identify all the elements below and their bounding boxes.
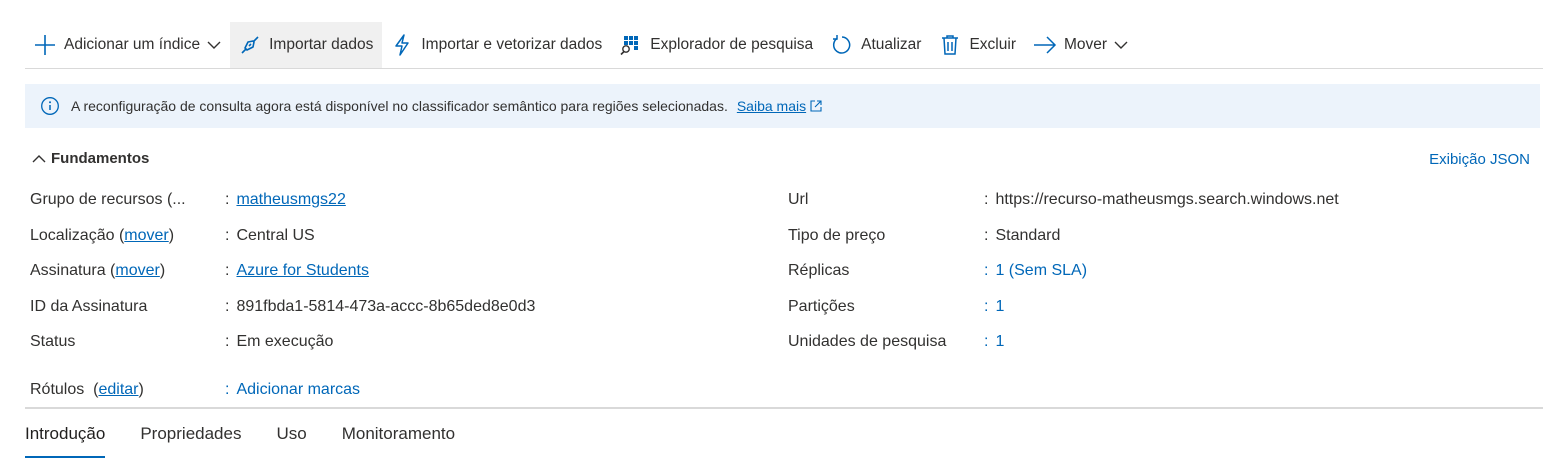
tags-label-text: Rótulos ( — [30, 381, 99, 398]
status-label: Status — [30, 333, 76, 350]
partitions-value-wrap: :1 — [984, 298, 1005, 315]
resource-group-label: Grupo de recursos (... — [30, 191, 186, 208]
location-label-suffix: ) — [168, 227, 175, 244]
lightning-icon — [390, 33, 414, 57]
info-banner-message: A reconfiguração de consulta agora está … — [71, 98, 728, 114]
chevron-down-icon — [1114, 40, 1128, 50]
chevron-down-icon — [207, 40, 221, 50]
plug-icon — [238, 33, 262, 57]
tags-label: Rótulos (editar) — [30, 381, 144, 399]
search-explorer-button[interactable]: Explorador de pesquisa — [611, 22, 822, 68]
tabs-divider — [25, 407, 1543, 409]
delete-button[interactable]: Excluir — [930, 22, 1025, 68]
tags-value-wrap: : Adicionar marcas — [225, 381, 361, 398]
subscription-value-wrap: : Azure for Students — [225, 262, 369, 279]
resource-group-value-wrap: : matheusmgs22 — [225, 191, 346, 208]
learn-more-link[interactable]: Saiba mais — [737, 98, 822, 114]
search-explorer-icon — [619, 33, 643, 57]
refresh-button[interactable]: Atualizar — [822, 22, 930, 68]
search-units-value-wrap: :1 — [984, 333, 1005, 350]
partitions-label: Partições — [788, 298, 855, 315]
add-index-label: Adicionar um índice — [64, 36, 201, 53]
tab-uso[interactable]: Uso — [276, 418, 306, 456]
tab-introducao[interactable]: Introdução — [25, 418, 106, 458]
search-units-label: Unidades de pesquisa — [788, 333, 947, 350]
json-view-link[interactable]: Exibição JSON — [1429, 151, 1530, 168]
subscription-link[interactable]: Azure for Students — [236, 262, 369, 279]
import-vectorize-label: Importar e vetorizar dados — [421, 36, 603, 53]
resource-group-link[interactable]: matheusmgs22 — [236, 191, 345, 208]
subscription-id-value-wrap: :891fbda1-5814-473a-accc-8b65ded8e0d3 — [225, 298, 536, 315]
import-data-button[interactable]: Importar dados — [230, 22, 383, 68]
move-label: Mover — [1063, 36, 1108, 53]
refresh-label: Atualizar — [861, 36, 922, 53]
chevron-up-icon — [31, 153, 47, 165]
status-value: Em execução — [236, 333, 334, 350]
subscription-label-text: Assinatura ( — [30, 262, 116, 279]
plus-icon — [33, 33, 57, 57]
replicas-link[interactable]: 1 (Sem SLA) — [995, 262, 1087, 279]
tags-label-suffix: ) — [138, 381, 144, 398]
delete-label: Excluir — [969, 36, 1016, 53]
external-link-icon — [810, 100, 822, 112]
subscription-move-link[interactable]: mover — [115, 262, 159, 279]
subscription-id-label: ID da Assinatura — [30, 298, 148, 315]
location-value: Central US — [236, 227, 315, 244]
subscription-label-suffix: ) — [159, 262, 166, 279]
pricing-tier-value: Standard — [995, 227, 1061, 244]
import-data-label: Importar dados — [269, 36, 374, 53]
replicas-label: Réplicas — [788, 262, 850, 279]
import-vectorize-button[interactable]: Importar e vetorizar dados — [382, 22, 611, 68]
tab-propriedades[interactable]: Propriedades — [140, 418, 241, 456]
add-tags-link[interactable]: Adicionar marcas — [236, 381, 360, 398]
subscription-label: Assinatura (mover) — [30, 262, 165, 280]
pricing-tier-value-wrap: : Standard — [984, 227, 1061, 244]
subscription-id-value: 891fbda1-5814-473a-accc-8b65ded8e0d3 — [236, 298, 536, 315]
info-icon — [40, 96, 60, 116]
trash-icon — [938, 33, 962, 57]
location-value-wrap: : Central US — [225, 227, 315, 244]
info-banner: A reconfiguração de consulta agora está … — [25, 84, 1540, 128]
location-move-link[interactable]: mover — [124, 227, 168, 244]
replicas-value-wrap: :1 (Sem SLA) — [984, 262, 1088, 279]
learn-more-label: Saiba mais — [736, 98, 807, 114]
tab-strip: Introdução Propriedades Uso Monitorament… — [25, 418, 490, 458]
add-index-button[interactable]: Adicionar um índice — [25, 22, 230, 68]
command-bar: Adicionar um índice Importar dados Impor… — [25, 22, 1543, 69]
arrow-right-icon — [1033, 33, 1057, 57]
refresh-icon — [830, 33, 854, 57]
move-button[interactable]: Mover — [1025, 22, 1137, 68]
status-value-wrap: : Em execução — [225, 333, 334, 350]
tab-monitoramento[interactable]: Monitoramento — [342, 418, 455, 456]
search-units-link[interactable]: 1 — [995, 333, 1004, 350]
pricing-tier-label: Tipo de preço — [788, 227, 886, 244]
location-label: Localização (mover) — [30, 227, 174, 245]
essentials-toggle[interactable]: Fundamentos — [31, 150, 149, 167]
search-explorer-label: Explorador de pesquisa — [650, 36, 814, 53]
partitions-link[interactable]: 1 — [995, 298, 1004, 315]
url-value: https://recurso-matheusmgs.search.window… — [995, 191, 1339, 208]
essentials-title: Fundamentos — [51, 150, 150, 167]
tags-edit-link[interactable]: editar — [98, 381, 138, 398]
url-value-wrap: : https://recurso-matheusmgs.search.windo… — [984, 191, 1339, 208]
location-label-text: Localização ( — [30, 227, 125, 244]
url-label: Url — [788, 191, 809, 208]
